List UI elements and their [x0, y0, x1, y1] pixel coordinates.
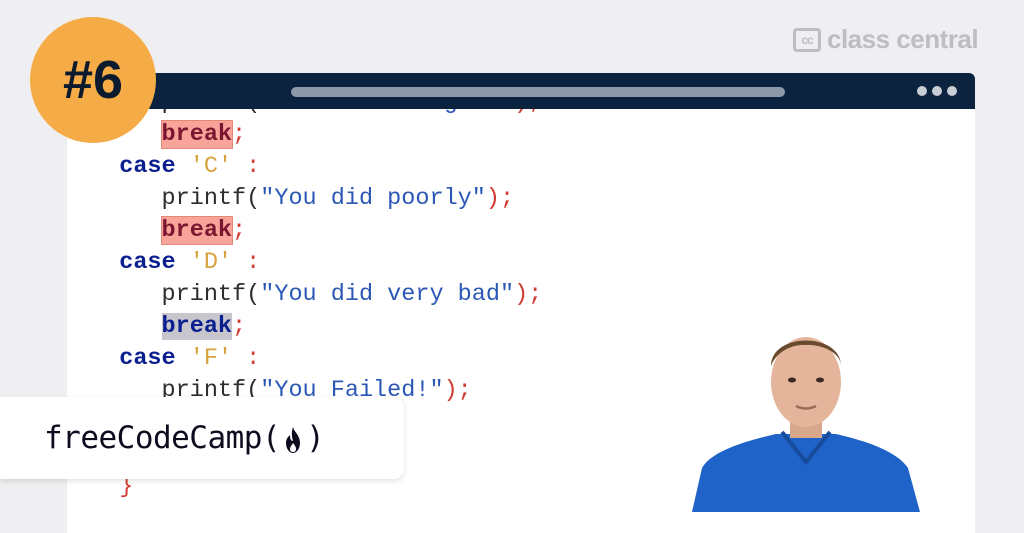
code-line[interactable]: case 'D' :: [91, 247, 260, 279]
flame-icon: [286, 426, 301, 453]
code-token: "You did poorly": [260, 185, 486, 212]
freecodecamp-wordmark: freeCodeCamp(): [44, 420, 325, 456]
presenter-video: [692, 337, 920, 512]
class-central-wordmark: class central: [827, 24, 979, 54]
episode-badge: #6: [30, 17, 156, 143]
window-menu-icon[interactable]: [917, 86, 957, 96]
window-titlebar: [67, 73, 975, 109]
code-token: :: [232, 345, 261, 372]
code-token: printf(: [161, 185, 261, 212]
code-line[interactable]: break;: [91, 311, 246, 343]
code-line[interactable]: printf("You did alright!");: [91, 109, 543, 119]
code-token: "You did alright!": [260, 109, 514, 116]
freecodecamp-logo: freeCodeCamp(): [0, 397, 404, 479]
code-token: case: [119, 153, 176, 180]
code-token: );: [443, 377, 472, 404]
code-token: break: [161, 313, 233, 340]
code-token: "You did very bad": [260, 281, 515, 308]
address-bar[interactable]: [291, 87, 785, 97]
code-token: );: [514, 109, 542, 116]
code-line[interactable]: printf("You did poorly");: [91, 183, 515, 215]
code-token: case: [119, 345, 176, 372]
code-token: case: [119, 249, 176, 276]
code-token: ;: [232, 313, 247, 340]
code-token: );: [514, 281, 543, 308]
code-token: break: [160, 216, 234, 245]
code-token: 'C': [175, 153, 233, 180]
code-line[interactable]: break;: [91, 215, 246, 247]
code-line[interactable]: case 'F' :: [91, 343, 260, 375]
code-token: :: [232, 153, 261, 180]
code-token: 'F': [175, 345, 233, 372]
code-token: ;: [232, 121, 247, 148]
code-line[interactable]: printf("You did very bad");: [91, 279, 543, 311]
class-central-logo: cc class central: [793, 24, 979, 55]
code-token: ;: [232, 217, 247, 244]
code-token: :: [232, 249, 261, 276]
code-line[interactable]: case 'C' :: [91, 151, 260, 183]
class-central-icon: cc: [793, 27, 821, 52]
code-token: );: [485, 185, 515, 212]
code-token: printf(: [161, 281, 261, 308]
code-token: printf(: [162, 109, 261, 116]
code-token: 'D': [175, 249, 233, 276]
code-token: break: [160, 120, 234, 149]
